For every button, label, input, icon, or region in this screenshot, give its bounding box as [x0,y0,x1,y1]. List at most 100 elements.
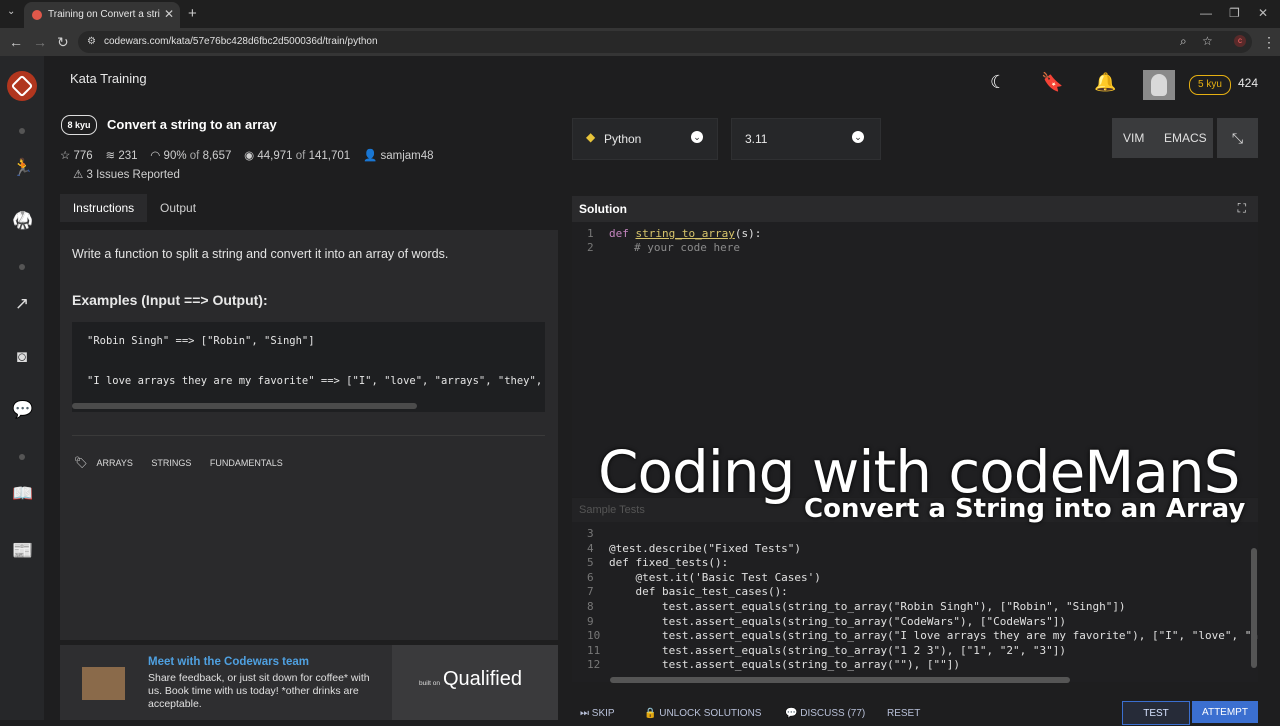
kata-title: Convert a string to an array [107,117,277,132]
tests-vertical-scrollbar[interactable] [1251,548,1257,668]
expand-icon[interactable]: ⛶ [1238,201,1246,216]
language-value: Python [604,132,642,146]
completed-icon: ◉ [244,150,255,162]
discuss-button[interactable]: 💬 DISCUSS (77) [785,708,865,719]
forward-icon[interactable]: → [33,34,47,50]
skip-button[interactable]: ⏭ SKIP [580,708,615,719]
honor-count[interactable]: 424 [1238,76,1258,90]
collections-icon[interactable]: ≋ [105,150,115,162]
examples-code-block: "Robin Singh" ==> ["Robin", "Singh"] "I … [72,322,545,412]
unlock-solutions-button[interactable]: 🔒 UNLOCK SOLUTIONS [644,708,761,719]
line-number: 7 [587,585,594,598]
notifications-bell-icon[interactable]: 🔔 [1094,72,1116,93]
line-number: 3 [587,527,594,540]
maximize-icon[interactable]: ❐ [1229,6,1240,20]
back-icon[interactable]: ← [9,34,23,50]
chevron-down-icon: ⌄ [691,131,703,143]
zoom-icon[interactable]: ⌕ [1180,34,1187,49]
satisfaction-of: of [189,150,200,162]
code-horizontal-scrollbar[interactable] [72,403,417,409]
reload-icon[interactable]: ↻ [57,34,69,51]
line-number: 4 [587,542,594,555]
test-code-line: test.assert_equals(string_to_array("Code… [609,614,1066,628]
dark-mode-moon-icon[interactable]: ☾ [990,72,1006,93]
solution-label: Solution [579,202,627,216]
qualified-brand: Qualified [443,668,522,690]
bookmark-star-icon[interactable]: ☆ [1202,34,1213,48]
minimize-icon[interactable]: — [1200,6,1212,20]
fullscreen-icon[interactable]: ⤡ [1217,118,1258,158]
test-button[interactable]: TEST [1122,701,1190,725]
rank-badge[interactable]: 5 kyu [1189,75,1231,95]
tab-search-icon[interactable]: ⌄ [7,6,15,17]
practice-icon[interactable]: 🏃 [12,158,33,178]
version-select[interactable]: 3.11 ⌄ [731,118,881,160]
python-icon: ◆ [586,130,596,144]
attempts-count: 141,701 [308,150,351,162]
function-name: string_to_array [635,227,735,240]
page-title: Kata Training [70,71,147,86]
codewars-logo-icon[interactable] [7,71,37,101]
docs-book-icon[interactable]: 📖 [12,484,33,504]
test-code-line: @test.describe("Fixed Tests") [609,541,802,555]
issues-link[interactable]: ⚠ 3 Issues Reported [73,167,180,181]
emacs-button[interactable]: EMACS [1164,131,1207,145]
blog-news-icon[interactable]: 📰 [12,541,33,561]
codewars-favicon-icon [32,10,42,20]
url-text: codewars.com/kata/57e76bc428d6fbc2d50003… [104,36,378,47]
issues-text: 3 Issues Reported [86,169,180,181]
discord-icon[interactable]: ◙ [12,347,32,367]
test-code-line: test.assert_equals(string_to_array("I lo… [609,629,1258,643]
solution-header: Solution ⛶ [572,196,1258,222]
site-info-icon[interactable]: ⚙ [87,36,96,47]
line-number: 9 [587,615,594,628]
new-tab-button[interactable]: + [188,5,197,22]
tag-icon: 🏷 [74,457,88,469]
tab-output[interactable]: Output [160,194,196,222]
training-icon[interactable]: 🥋 [12,211,33,231]
language-select[interactable]: ◆ Python ⌄ [572,118,718,160]
unlock-label: UNLOCK SOLUTIONS [659,708,762,719]
examples-heading: Examples (Input ==> Output): [72,292,268,308]
author-name[interactable]: samjam48 [380,150,433,162]
tag-strings[interactable]: STRINGS [151,458,191,468]
url-field[interactable]: ⚙ codewars.com/kata/57e76bc428d6fbc2d500… [78,31,1252,53]
votes-count: 8,657 [202,150,232,162]
close-window-icon[interactable]: ✕ [1258,6,1268,20]
stars-count: 776 [73,150,93,162]
line-number: 10 [587,629,600,642]
browser-tab[interactable]: Training on Convert a string to a ✕ [24,2,180,28]
test-code-line: def basic_test_cases(): [609,585,788,599]
completed-of: of [295,150,306,162]
vim-button[interactable]: VIM [1123,131,1144,145]
warning-icon: ⚠ [73,169,84,181]
keyword: def [609,227,629,240]
qualified-logo[interactable]: built on Qualified [392,645,558,720]
line-number-value: 8 [587,600,594,613]
bookmark-icon[interactable]: 🔖 [1041,72,1063,93]
leaderboard-trend-icon[interactable]: ↗ [12,294,32,314]
divider [72,435,545,436]
tab-instructions[interactable]: Instructions [60,194,147,222]
line-number-value: 12 [587,658,601,672]
reset-button[interactable]: RESET [887,708,920,719]
discussion-icon[interactable]: 💬 [12,400,33,420]
tag-fundamentals[interactable]: FUNDAMENTALS [210,458,283,468]
version-value: 3.11 [745,132,768,146]
star-icon[interactable]: ☆ [60,150,70,162]
line-number: 8 [587,600,594,613]
browser-menu-icon[interactable]: ⋮ [1262,34,1276,51]
tag-arrays[interactable]: ARRAYS [96,458,132,468]
line-number-value: 6 [587,570,594,584]
tests-horizontal-scrollbar[interactable] [610,677,1070,683]
sample-tests-editor[interactable]: 3 4 @test.describe("Fixed Tests") 5 def fixe… [572,522,1258,682]
discuss-label: DISCUSS (77) [800,708,866,719]
line-number: 5 [587,556,594,569]
line-number: 6 [587,571,594,584]
promo-title-link[interactable]: Meet with the Codewars team [148,656,309,668]
extension-icon[interactable]: c [1234,35,1246,47]
tab-close-icon[interactable]: ✕ [164,7,174,21]
line-number-value: 9 [587,614,594,628]
avatar[interactable] [1143,70,1175,100]
satisfaction-rate: 90% [163,150,187,162]
